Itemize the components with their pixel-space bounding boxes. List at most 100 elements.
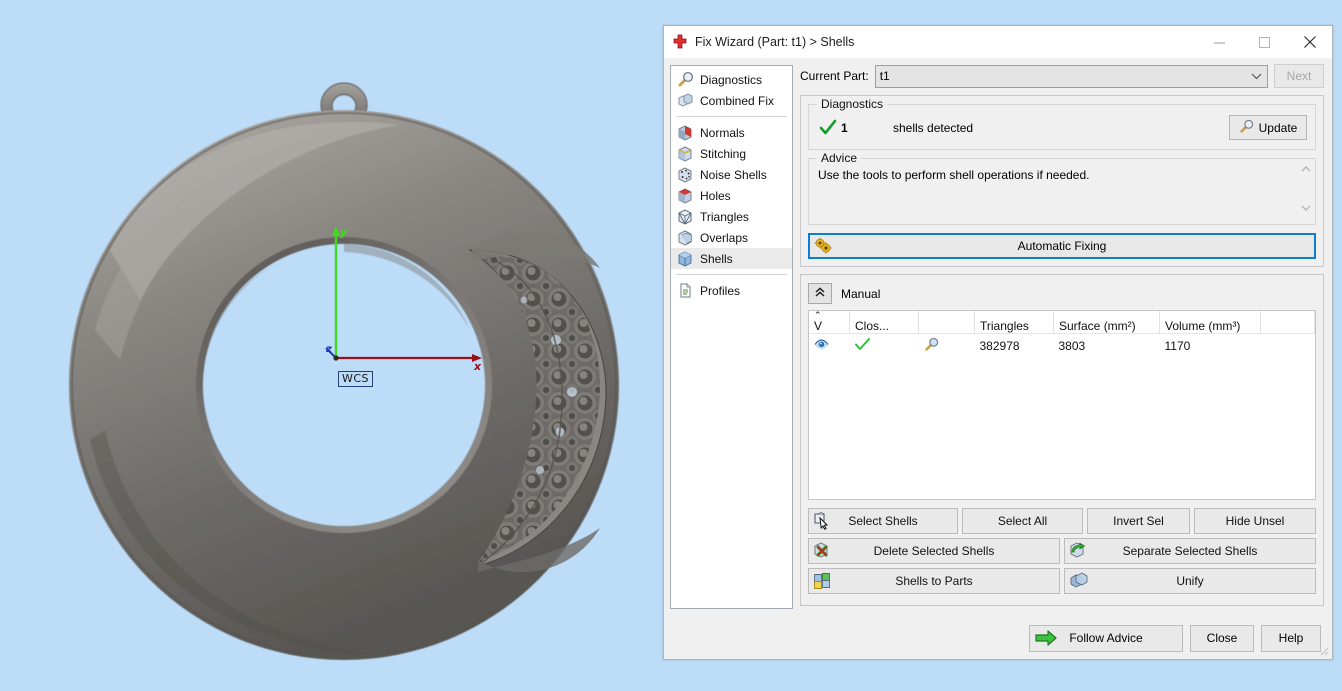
window-title: Fix Wizard (Part: t1) > Shells bbox=[695, 35, 855, 49]
sidebar-item-label: Diagnostics bbox=[700, 72, 763, 87]
column-label: Clos... bbox=[855, 319, 890, 333]
diagnostics-group: Diagnostics 1 shells detected Update bbox=[808, 97, 1316, 150]
magnifier-icon[interactable] bbox=[924, 337, 939, 355]
advice-group: Advice Use the tools to perform shell op… bbox=[808, 151, 1316, 225]
delete-selected-shells-button[interactable]: Delete Selected Shells bbox=[808, 538, 1060, 564]
button-label: Unify bbox=[1176, 574, 1204, 588]
cell-spacer bbox=[1261, 334, 1315, 358]
cell-surface: 3803 bbox=[1058, 338, 1086, 353]
current-part-select[interactable]: t1 bbox=[874, 64, 1268, 88]
sidebar-item-noise-shells[interactable]: Noise Shells bbox=[671, 164, 792, 185]
sidebar-item-label: Noise Shells bbox=[700, 167, 767, 182]
chevron-down-icon[interactable] bbox=[1299, 200, 1313, 216]
column-header-triangles[interactable]: Triangles bbox=[974, 311, 1054, 334]
next-button[interactable]: Next bbox=[1274, 64, 1324, 88]
sidebar-item-overlaps[interactable]: Overlaps bbox=[671, 227, 792, 248]
close-button[interactable] bbox=[1287, 26, 1332, 58]
sidebar-item-label: Triangles bbox=[700, 209, 749, 224]
multi-cube-icon bbox=[813, 571, 832, 590]
dialog-footer: Follow Advice Close Help bbox=[664, 617, 1332, 659]
sidebar-item-label: Combined Fix bbox=[700, 93, 775, 108]
shells-table-container[interactable]: ⌃ V Clos... Triangles Surface (mm²) Volu… bbox=[808, 310, 1316, 500]
column-header-surface[interactable]: Surface (mm²) bbox=[1053, 311, 1160, 334]
advice-scrollbar[interactable] bbox=[1299, 161, 1313, 216]
separate-selected-shells-button[interactable]: Separate Selected Shells bbox=[1064, 538, 1316, 564]
green-arrow-cube-icon bbox=[1069, 541, 1088, 560]
column-label: V bbox=[814, 319, 823, 333]
button-label: Shells to Parts bbox=[895, 574, 973, 588]
table-header-row: ⌃ V Clos... Triangles Surface (mm²) Volu… bbox=[809, 311, 1315, 334]
resize-grip[interactable] bbox=[1317, 644, 1329, 656]
button-label: Separate Selected Shells bbox=[1122, 544, 1258, 558]
axis-z-label: z bbox=[326, 344, 332, 355]
cube-normals-icon bbox=[677, 124, 694, 141]
eye-icon[interactable] bbox=[814, 338, 829, 353]
column-header-volume[interactable]: Volume (mm³) bbox=[1159, 311, 1261, 334]
sidebar-item-label: Stitching bbox=[700, 146, 747, 161]
manual-collapse-button[interactable] bbox=[808, 283, 832, 304]
column-label: Volume (mm³) bbox=[1165, 319, 1241, 333]
sidebar-item-stitching[interactable]: Stitching bbox=[671, 143, 792, 164]
magnifier-icon bbox=[1239, 119, 1254, 137]
table-row[interactable]: 382978 3803 1170 bbox=[809, 334, 1315, 358]
select-all-button[interactable]: Select All bbox=[962, 508, 1083, 534]
sidebar-item-triangles[interactable]: Triangles bbox=[671, 206, 792, 227]
follow-advice-button[interactable]: Follow Advice bbox=[1029, 624, 1183, 652]
sidebar-item-holes[interactable]: Holes bbox=[671, 185, 792, 206]
magnifier-icon bbox=[677, 71, 694, 88]
sidebar-item-profiles[interactable]: Profiles bbox=[671, 280, 792, 301]
minimize-button[interactable] bbox=[1197, 26, 1242, 58]
sidebar-item-shells[interactable]: Shells bbox=[671, 248, 792, 269]
sidebar-item-combined-fix[interactable]: Combined Fix bbox=[671, 90, 792, 111]
axis-x-label: x bbox=[474, 360, 482, 373]
cell-closed bbox=[850, 334, 919, 358]
sidebar-item-diagnostics[interactable]: Diagnostics bbox=[671, 69, 792, 90]
hide-unsel-button[interactable]: Hide Unsel bbox=[1194, 508, 1316, 534]
column-label: Surface (mm²) bbox=[1059, 319, 1136, 333]
unify-button[interactable]: Unify bbox=[1064, 568, 1316, 594]
automatic-fixing-label: Automatic Fixing bbox=[1017, 239, 1107, 253]
update-button[interactable]: Update bbox=[1229, 115, 1307, 140]
green-check-icon bbox=[854, 337, 870, 354]
shell-select-buttons: Select Shells Select All Invert Sel Hide… bbox=[808, 508, 1316, 534]
cube-noise-icon bbox=[677, 166, 694, 183]
button-label: Select All bbox=[997, 514, 1048, 528]
shells-count: 1 bbox=[841, 120, 848, 135]
manual-header: Manual bbox=[808, 283, 1316, 304]
close-dialog-button[interactable]: Close bbox=[1190, 624, 1254, 652]
column-header-zoom[interactable] bbox=[918, 311, 975, 334]
sidebar-item-label: Shells bbox=[700, 251, 733, 266]
automatic-fixing-button[interactable]: Automatic Fixing bbox=[808, 233, 1316, 259]
title-bar[interactable]: Fix Wizard (Part: t1) > Shells bbox=[664, 26, 1332, 59]
column-label: Triangles bbox=[980, 319, 1029, 333]
current-part-value: t1 bbox=[879, 69, 890, 83]
green-check-icon bbox=[819, 119, 837, 137]
shell-convert-buttons: Shells to Parts Unify bbox=[808, 568, 1316, 594]
cube-delete-icon bbox=[813, 541, 832, 560]
chevron-up-icon[interactable] bbox=[1299, 161, 1313, 177]
advice-text: Use the tools to perform shell operation… bbox=[818, 168, 1090, 182]
manual-title: Manual bbox=[841, 286, 881, 301]
document-icon bbox=[677, 282, 694, 299]
column-header-visible[interactable]: ⌃ V bbox=[809, 311, 850, 334]
green-arrow-right-icon bbox=[1035, 629, 1057, 650]
button-label: Hide Unsel bbox=[1225, 514, 1285, 528]
cell-zoom[interactable] bbox=[919, 334, 975, 358]
maximize-button[interactable] bbox=[1242, 26, 1287, 58]
fix-wizard-dialog: Fix Wizard (Part: t1) > Shells Diagnosti… bbox=[663, 25, 1333, 660]
sort-ascending-icon: ⌃ bbox=[814, 310, 822, 320]
shells-to-parts-button[interactable]: Shells to Parts bbox=[808, 568, 1060, 594]
sidebar-item-label: Overlaps bbox=[700, 230, 749, 245]
double-chevron-up-icon bbox=[814, 286, 826, 301]
select-shells-button[interactable]: Select Shells bbox=[808, 508, 958, 534]
sidebar-divider bbox=[676, 274, 787, 275]
sidebar-item-normals[interactable]: Normals bbox=[671, 122, 792, 143]
stacked-cubes-icon bbox=[677, 92, 694, 109]
invert-sel-button[interactable]: Invert Sel bbox=[1087, 508, 1190, 534]
cell-volume: 1170 bbox=[1164, 338, 1191, 353]
manual-panel: Manual ⌃ V Clos... Triangles Surface (mm… bbox=[800, 274, 1324, 606]
column-header-closed[interactable]: Clos... bbox=[849, 311, 919, 334]
button-label: Invert Sel bbox=[1113, 514, 1164, 528]
cell-visible[interactable] bbox=[809, 334, 850, 358]
help-button[interactable]: Help bbox=[1261, 624, 1321, 652]
